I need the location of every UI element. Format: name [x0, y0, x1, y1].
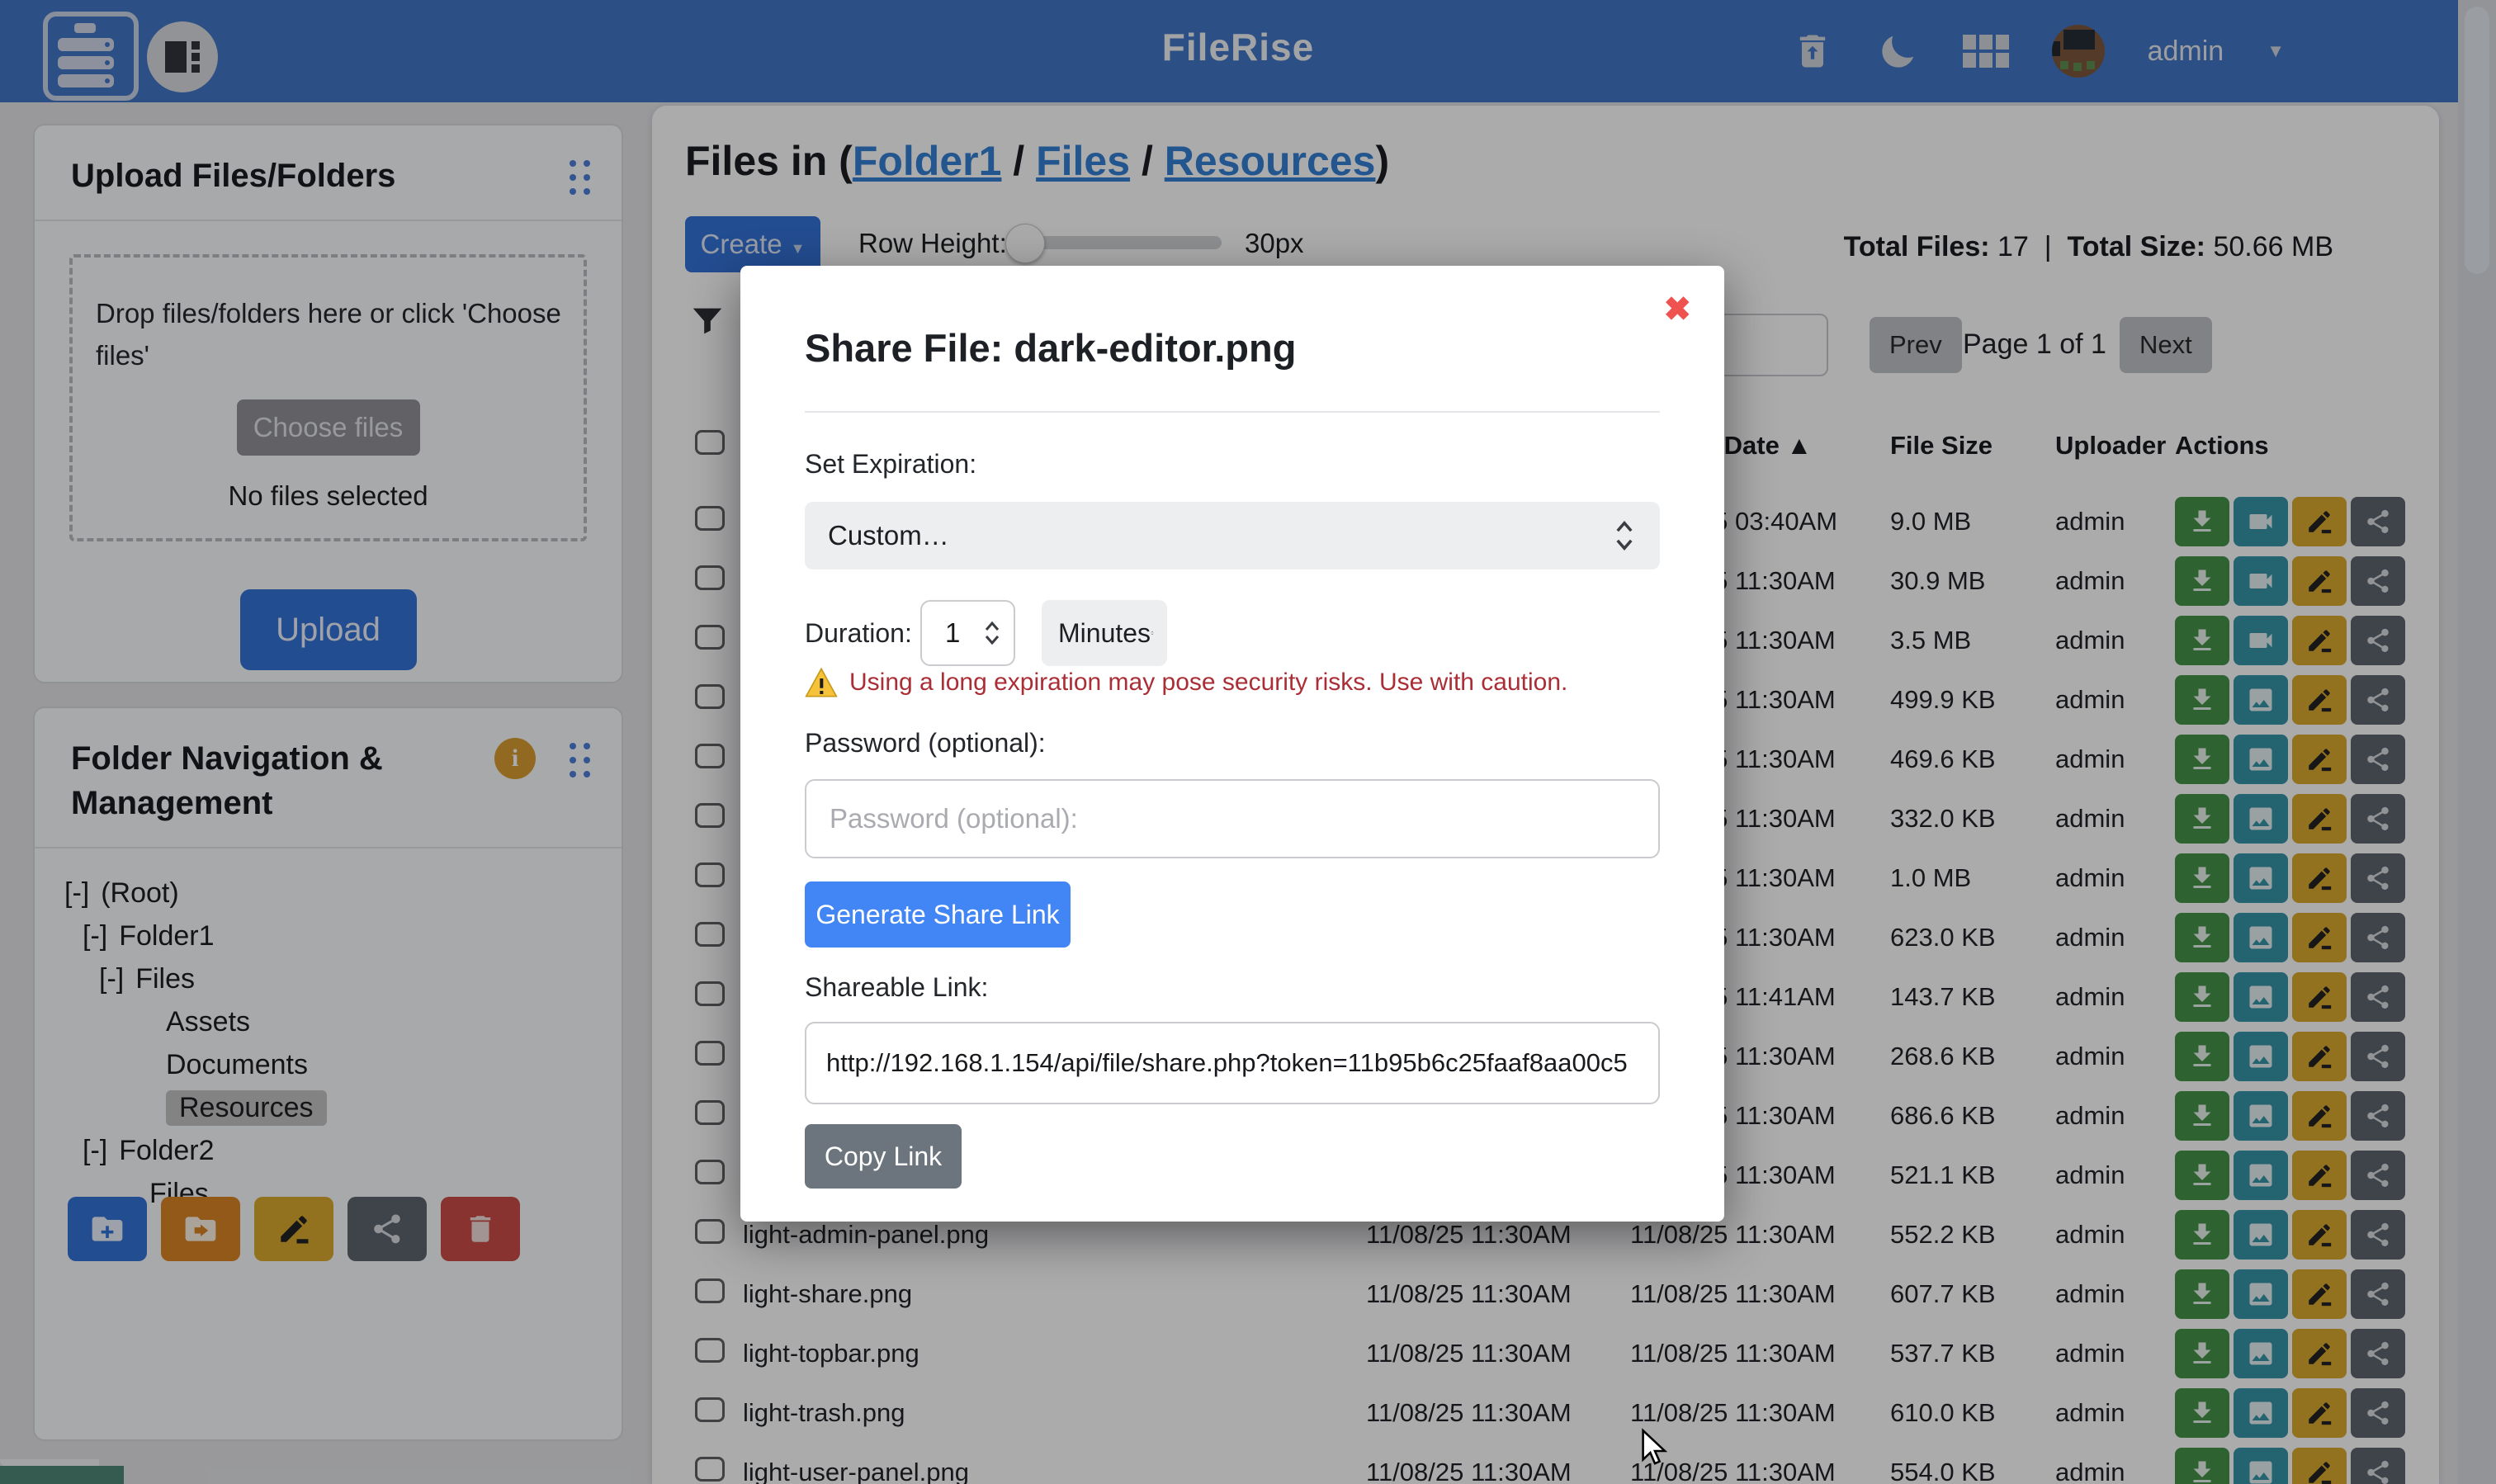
duration-input[interactable]: 1	[920, 600, 1015, 666]
select-chevrons-icon	[1151, 617, 1154, 650]
close-icon[interactable]: ✖	[1663, 291, 1691, 328]
number-stepper-icon[interactable]	[982, 617, 1002, 650]
password-label: Password (optional):	[805, 728, 1046, 759]
shareable-link-label: Shareable Link:	[805, 972, 988, 1003]
warning-icon	[805, 667, 838, 698]
modal-title: Share File: dark-editor.png	[805, 325, 1296, 371]
mouse-cursor	[1638, 1428, 1671, 1472]
generate-share-link-button[interactable]: Generate Share Link	[805, 881, 1071, 948]
duration-unit-select[interactable]: Minutes	[1042, 600, 1167, 666]
expiration-value: Custom…	[828, 520, 1612, 551]
share-file-modal: ✖ Share File: dark-editor.png Set Expira…	[740, 266, 1724, 1222]
share-link-field[interactable]	[805, 1022, 1660, 1104]
copy-link-button[interactable]: Copy Link	[805, 1124, 962, 1189]
duration-value: 1	[945, 617, 982, 649]
expiration-label: Set Expiration:	[805, 449, 976, 480]
duration-unit-value: Minutes	[1058, 618, 1151, 649]
divider	[805, 411, 1660, 413]
select-chevrons-icon	[1612, 519, 1637, 552]
password-field[interactable]	[805, 779, 1660, 858]
expiration-warning: Using a long expiration may pose securit…	[805, 667, 1567, 698]
duration-label: Duration:	[805, 618, 912, 649]
expiration-select[interactable]: Custom…	[805, 502, 1660, 569]
warning-text: Using a long expiration may pose securit…	[849, 669, 1567, 697]
scrollbar-thumb[interactable]	[2465, 7, 2489, 274]
